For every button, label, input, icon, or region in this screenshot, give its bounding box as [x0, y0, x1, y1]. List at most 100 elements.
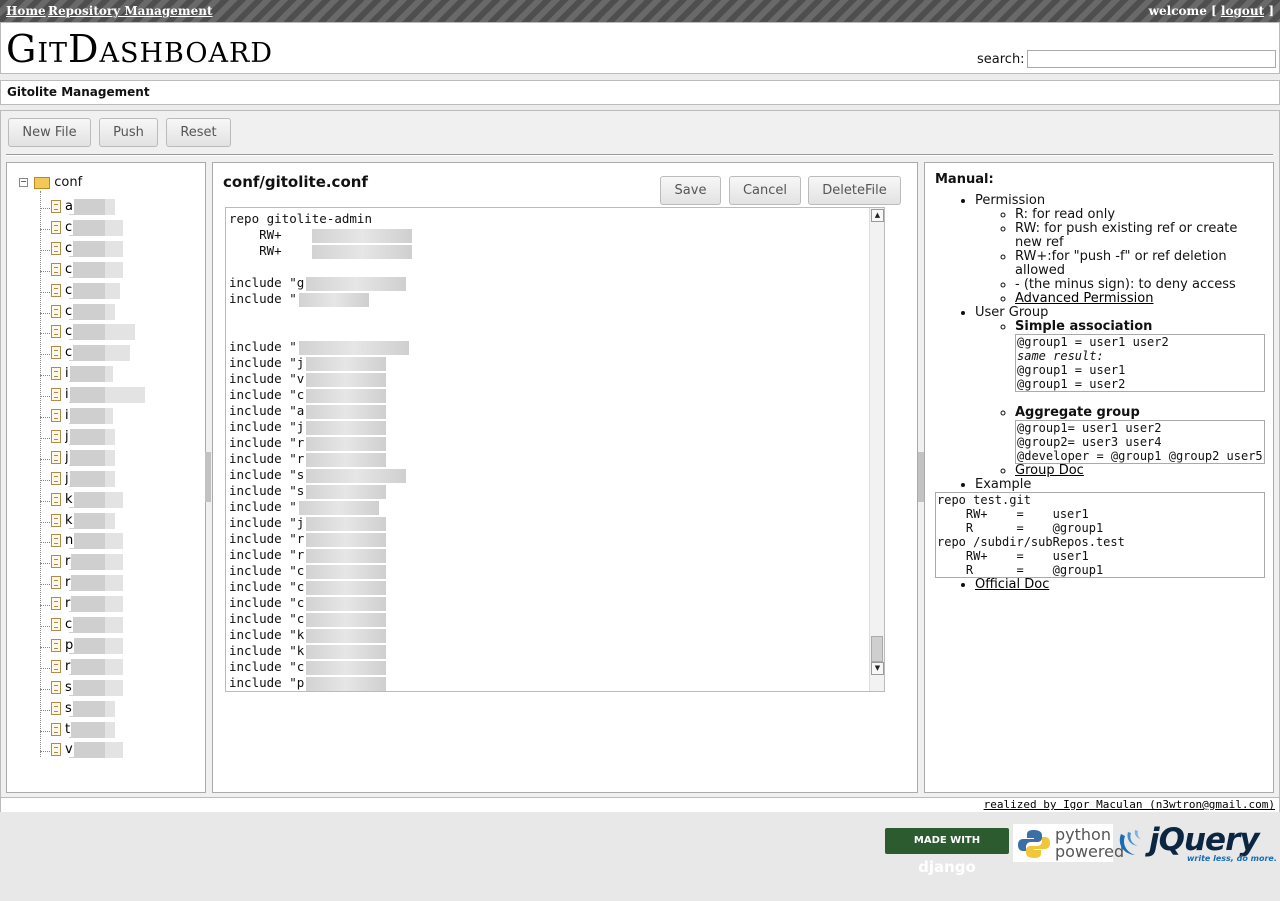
new-file-button[interactable]: New File — [8, 118, 91, 147]
search-input[interactable] — [1027, 50, 1276, 68]
tree-file-name: j — [65, 428, 70, 444]
tree-file-name: v — [65, 742, 74, 758]
code-line-text: include " — [229, 291, 297, 306]
redacted-text — [306, 452, 387, 467]
file-icon — [51, 597, 61, 611]
code-editor-textarea[interactable]: repo gitolite-admin RW+ RW+ include "g inc… — [225, 207, 885, 692]
tree-connector — [40, 291, 50, 293]
splitter-left[interactable] — [205, 452, 211, 502]
section-title: Gitolite Management — [7, 85, 150, 99]
python-badge[interactable]: python powered — [1013, 824, 1124, 862]
example-heading: Example — [975, 477, 1032, 492]
redacted-text — [306, 596, 387, 611]
code-line-text: include "c — [229, 659, 305, 674]
code-line: @group1 = user1 @group1 = user2 — [1017, 363, 1126, 391]
file-icon — [51, 262, 61, 276]
cancel-button[interactable]: Cancel — [729, 176, 801, 205]
search-label: search: — [977, 52, 1025, 67]
code-line: @group1 = user1 user2 — [1017, 335, 1169, 349]
tree-file-name: c — [65, 219, 74, 235]
redacted-text — [306, 276, 407, 291]
code-line-text: include "c — [229, 387, 305, 402]
tree-file-label: j — [65, 449, 115, 466]
tree-connector — [40, 417, 50, 418]
code-line: include "k — [229, 627, 412, 643]
code-line-text: include "c — [229, 563, 305, 578]
file-icon — [51, 388, 61, 402]
logout-link[interactable]: logout — [1221, 4, 1264, 18]
redacted-text — [306, 660, 387, 675]
tree-file-label: t — [65, 721, 115, 738]
code-line: include "s — [229, 483, 412, 499]
tree-file-label: c — [65, 240, 123, 257]
official-doc-link[interactable]: Official Doc — [975, 577, 1049, 592]
code-line-text: include "p — [229, 675, 305, 690]
tree-connector — [40, 270, 50, 272]
tree-root-conf[interactable]: − conf — [19, 175, 82, 190]
tree-connector — [40, 312, 50, 314]
group-doc-link[interactable]: Group Doc — [1015, 463, 1084, 478]
code-line: include "c — [229, 563, 412, 579]
code-line-text: include "k — [229, 627, 305, 642]
welcome-text: welcome [ logout ] — [1149, 4, 1274, 18]
scroll-down-icon[interactable]: ▼ — [871, 662, 884, 675]
file-icon — [51, 304, 61, 318]
tree-file-label: r — [65, 575, 123, 592]
scroll-up-icon[interactable]: ▲ — [871, 209, 884, 222]
redacted-text — [298, 340, 409, 355]
code-line-text: include "r — [229, 547, 305, 562]
scroll-thumb[interactable] — [871, 636, 883, 662]
tree-file-name: c — [65, 617, 74, 632]
file-icon — [51, 429, 61, 443]
simple-association: Simple association @group1 = user1 user2… — [1015, 320, 1265, 392]
code-line-text: include "k — [229, 643, 305, 658]
push-button[interactable]: Push — [99, 118, 158, 147]
editor-scrollbar[interactable]: ▲ ▼ — [869, 208, 884, 691]
home-link[interactable]: Home — [6, 4, 46, 18]
code-line: RW+ — [229, 243, 412, 259]
permission-heading: Permission — [975, 193, 1046, 208]
code-lines: repo gitolite-admin RW+ RW+ include "g inc… — [229, 211, 412, 691]
tree-file-name: j — [65, 470, 70, 486]
perm-item: - (the minus sign): to deny access — [1015, 278, 1265, 292]
tree-file-name: i — [65, 366, 70, 382]
django-badge[interactable]: MADE WITH django — [885, 828, 1009, 876]
advanced-permission-link[interactable]: Advanced Permission — [1015, 291, 1153, 306]
redacted-text — [306, 388, 387, 403]
repository-management-link[interactable]: Repository Management — [48, 4, 213, 18]
tree-connector — [40, 751, 50, 753]
collapse-icon[interactable]: − — [19, 178, 28, 187]
tree-file-label: r — [65, 658, 123, 675]
reset-button[interactable]: Reset — [166, 118, 231, 147]
tree-file-name: c — [65, 261, 74, 277]
section-header: Gitolite Management — [0, 80, 1280, 105]
tree-file-label: k — [65, 512, 115, 529]
python-logo-icon — [1018, 830, 1050, 858]
file-icon — [51, 367, 61, 381]
file-icon — [51, 471, 61, 485]
redacted-text — [306, 644, 387, 659]
manual-permission: Permission R: for read only RW: for push… — [975, 194, 1265, 306]
file-icon — [51, 346, 61, 360]
tree-connector — [40, 354, 50, 356]
code-line: repo gitolite-admin — [229, 211, 412, 227]
tree-connector — [40, 646, 50, 648]
code-line: include " — [229, 291, 412, 307]
jquery-badge[interactable]: jQuery write less, do more. — [1117, 822, 1277, 866]
file-icon — [51, 618, 61, 631]
file-tree-panel: − conf accccccciiijjjkknrrrcprsstv — [6, 162, 206, 793]
tree-file-label: j — [65, 428, 115, 445]
tree-connector — [40, 375, 50, 377]
tree-connector — [40, 667, 50, 669]
save-button[interactable]: Save — [660, 176, 721, 205]
code-line-text: include "s — [229, 467, 305, 482]
tree-file-label: i — [65, 408, 113, 424]
code-line: include "j — [229, 355, 412, 371]
django-name: django — [918, 858, 976, 876]
delete-file-button[interactable]: DeleteFile — [808, 176, 901, 205]
redacted-text — [306, 564, 387, 579]
code-line: include "r — [229, 451, 412, 467]
code-line: include "s — [229, 467, 412, 483]
